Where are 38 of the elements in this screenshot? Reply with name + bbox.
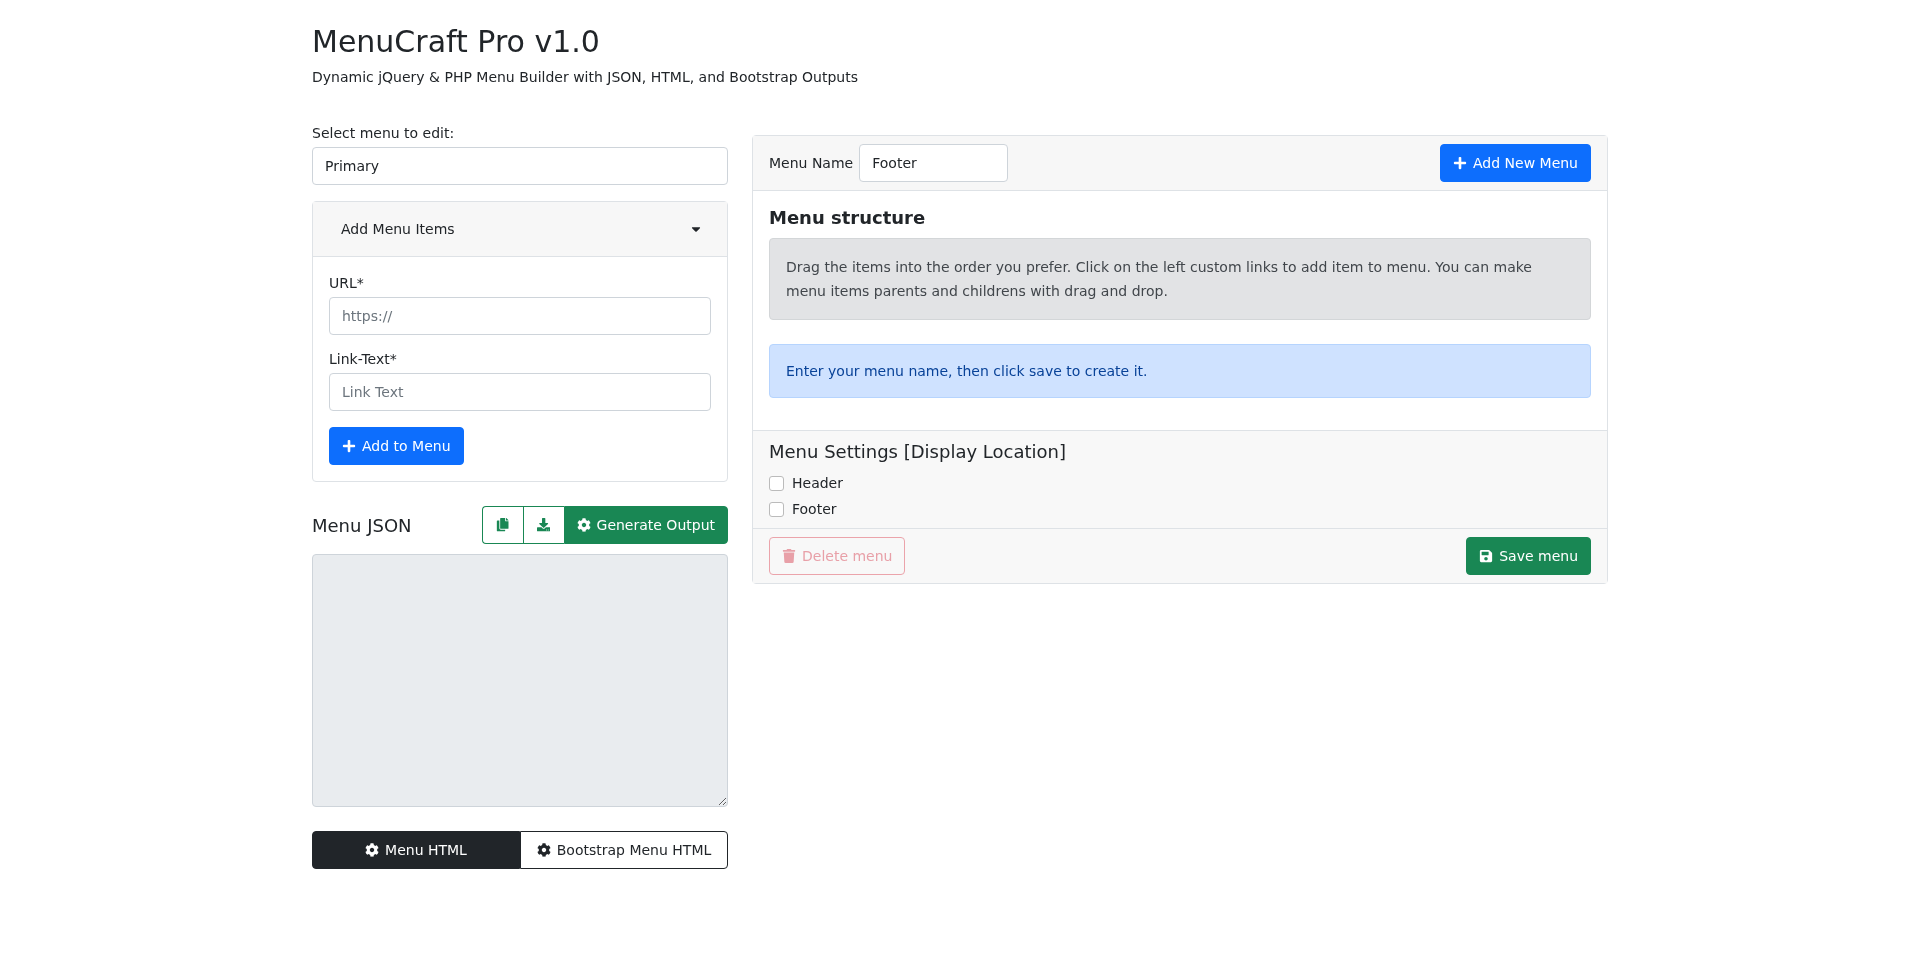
copy-icon [495,518,510,532]
field-label: Link-Text* [329,351,398,367]
checkbox-label: Footer [792,501,837,517]
settings-icon [365,843,380,857]
plus-icon [342,439,356,453]
field-label: Select menu to edit: [312,125,456,141]
copy-button[interactable] [481,506,523,544]
section-title: Menu Settings [Display Location] [769,441,1067,462]
output-tab[interactable]: Menu HTML [312,831,520,869]
add-to-menu-button[interactable]: Add to Menu [329,427,464,465]
save-menu-button[interactable]: Save menu [1466,537,1591,575]
settings-icon [536,843,551,857]
hint-message: Drag the items into the order you prefer. Click on the left custom links to add item to menu. You can make menu items parents and childrens with drag and drop. [769,238,1591,320]
accordion-header[interactable]: Add Menu Items [313,202,727,257]
field-label: URL* [329,275,365,291]
trash-icon [782,549,796,563]
app-subtitle: Dynamic jQuery & PHP Menu Builder with JSON, HTML, and Bootstrap Outputs [312,69,859,85]
download-icon [536,518,551,532]
plus-icon [1453,156,1467,170]
output-tab[interactable]: Bootstrap Menu HTML [520,831,728,869]
menu-name-field[interactable]: Footer [859,144,1009,182]
info-message: Enter your menu name, then click save to create it. [769,344,1591,398]
settings-icon [576,518,591,532]
app-title: MenuCraft Pro v1.0 [312,24,601,59]
checkbox-label: Header [792,475,843,491]
generate-output-button[interactable]: Generate Output [563,506,728,544]
save-icon [1479,549,1494,563]
section-title: Menu JSON [312,514,412,536]
section-title: Menu structure [769,207,927,228]
input-field[interactable]: https:// [329,297,711,335]
input-field[interactable]: Link Text [329,373,711,411]
menu-select[interactable]: Primary [312,147,728,185]
field-label: Menu Name [769,155,854,171]
checkbox[interactable] [769,501,784,517]
download-button[interactable] [522,506,564,544]
add-new-menu-button[interactable]: Add New Menu [1440,144,1591,182]
checkbox[interactable] [769,475,784,491]
json-textarea[interactable] [312,554,728,807]
